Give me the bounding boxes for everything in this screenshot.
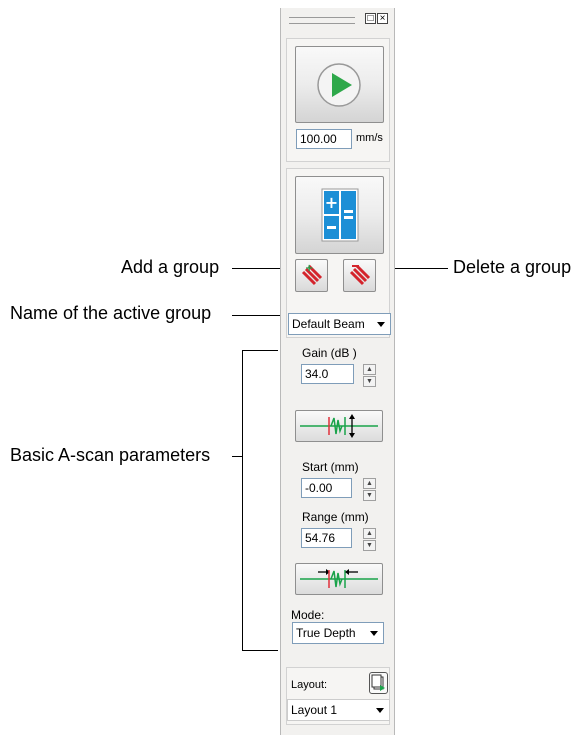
start-spinner[interactable]: ▲ ▼: [363, 478, 376, 501]
layout-value: Layout 1: [291, 703, 338, 717]
range-spinner[interactable]: ▲ ▼: [363, 528, 376, 551]
speed-input[interactable]: 100.00: [296, 129, 352, 149]
bracket-top: [242, 350, 278, 351]
group-manager-button[interactable]: +: [295, 176, 384, 254]
spin-up-icon[interactable]: ▲: [363, 528, 376, 539]
range-label: Range (mm): [302, 510, 369, 524]
range-input[interactable]: 54.76: [301, 528, 352, 548]
delete-group-button[interactable]: [343, 259, 376, 292]
layout-export-button[interactable]: [369, 672, 388, 694]
spin-down-icon[interactable]: ▼: [363, 540, 376, 551]
chevron-down-icon: [377, 322, 385, 327]
toolbar-panel: □ × 100.00 mm/s + + Default Beam Gain (d…: [280, 8, 395, 735]
speed-unit: mm/s: [356, 132, 383, 144]
mode-value: True Depth: [296, 626, 356, 640]
spin-down-icon[interactable]: ▼: [363, 376, 376, 387]
callout-delete-group: Delete a group: [453, 257, 572, 277]
active-group-value: Default Beam: [292, 317, 365, 331]
spin-down-icon[interactable]: ▼: [363, 490, 376, 501]
restore-icon[interactable]: □: [365, 13, 376, 24]
layout-label: Layout:: [291, 679, 328, 691]
start-input[interactable]: -0.00: [301, 478, 352, 498]
add-group-button[interactable]: +: [295, 259, 328, 292]
svg-text:+: +: [325, 193, 338, 212]
svg-text:+: +: [305, 263, 313, 274]
chevron-down-icon: [370, 631, 378, 636]
callout-add-group: Add a group: [121, 257, 220, 277]
panel-titlebar: □ ×: [281, 8, 394, 30]
mode-label: Mode:: [291, 608, 325, 622]
layout-section: Layout: Layout 1: [286, 667, 390, 725]
play-section: 100.00 mm/s: [286, 38, 390, 162]
spin-up-icon[interactable]: ▲: [363, 364, 376, 375]
auto-gain-button[interactable]: [295, 410, 383, 442]
delete-group-icon: [349, 264, 371, 286]
play-button[interactable]: [295, 46, 384, 123]
layout-copy-icon: [371, 674, 385, 691]
mode-select[interactable]: True Depth: [292, 622, 384, 644]
active-group-select[interactable]: Default Beam: [288, 313, 391, 335]
layout-select[interactable]: Layout 1: [287, 699, 390, 721]
callout-line-basic-ascan: [232, 456, 242, 457]
gain-spinner[interactable]: ▲ ▼: [363, 364, 376, 387]
close-icon[interactable]: ×: [377, 13, 388, 24]
bracket-vertical: [242, 350, 243, 650]
gain-input[interactable]: 34.0: [301, 364, 354, 384]
auto-range-icon: [300, 569, 378, 588]
callout-active-group-name: Name of the active group: [10, 303, 212, 323]
spin-up-icon[interactable]: ▲: [363, 478, 376, 489]
drag-grip[interactable]: [289, 17, 355, 24]
add-group-icon: +: [301, 263, 323, 286]
bracket-bottom: [242, 650, 278, 651]
auto-range-button[interactable]: [295, 563, 383, 595]
chevron-down-icon: [376, 708, 384, 713]
gain-label: Gain (dB ): [302, 346, 357, 360]
callout-basic-ascan: Basic A-scan parameters: [10, 445, 211, 465]
play-icon: [317, 63, 361, 107]
start-label: Start (mm): [302, 460, 359, 474]
group-icon: +: [321, 188, 359, 242]
auto-gain-icon: [300, 414, 378, 438]
